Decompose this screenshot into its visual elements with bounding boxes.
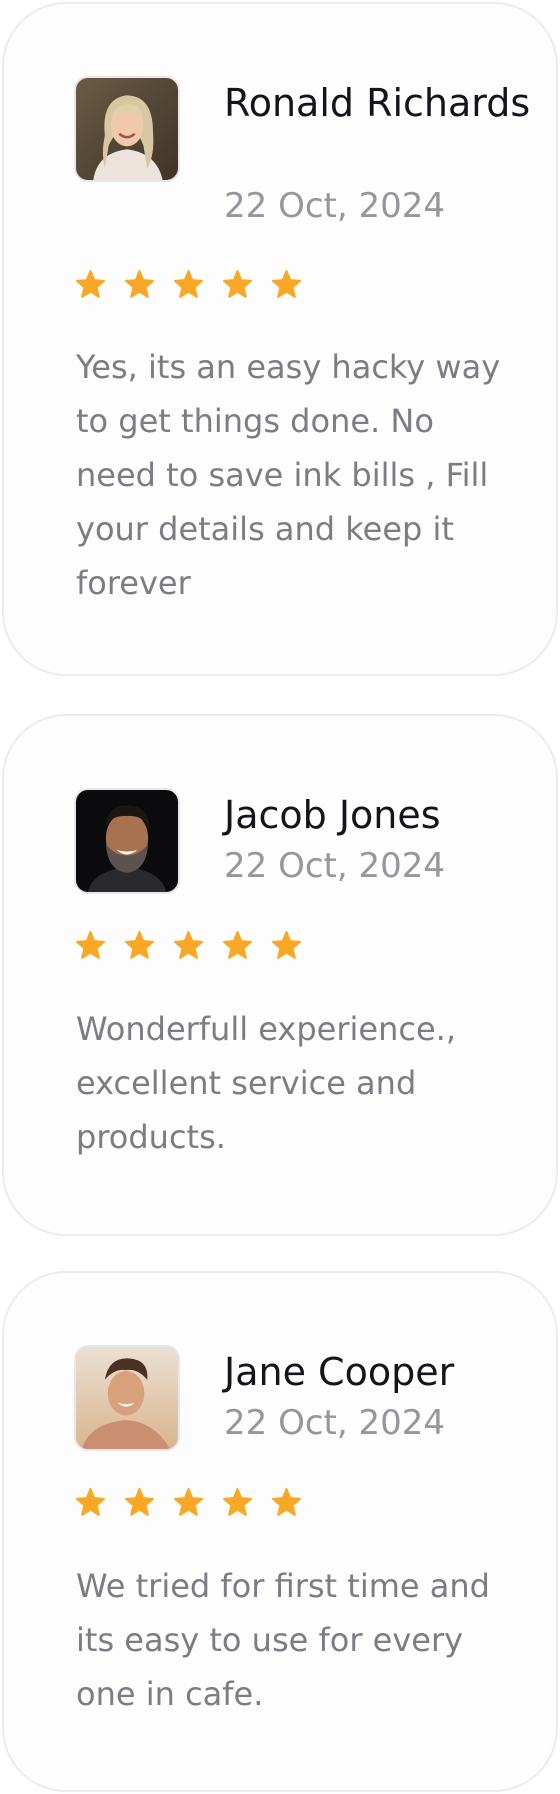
star-icon (173, 269, 204, 298)
review-text: Yes, its an easy hacky way to get things… (76, 348, 501, 602)
star-icon (222, 930, 253, 959)
review-card: Jacob Jones 22 Oct, 2024 Wonderfull expe… (2, 714, 558, 1236)
avatar-photo (76, 1347, 178, 1449)
reviewer-name: Ronald Richards (224, 81, 531, 125)
star-icon (173, 930, 204, 959)
reviewer-name: Jane Cooper (224, 1350, 455, 1394)
star-icon (124, 930, 155, 959)
review-card: Ronald Richards 22 Oct, 2024 Yes, its an… (2, 2, 558, 676)
review-text: Wonderfull experience., excellent servic… (76, 1010, 456, 1156)
review-date: 22 Oct, 2024 (224, 846, 445, 886)
review-date: 22 Oct, 2024 (224, 186, 445, 226)
star-icon (75, 1487, 106, 1516)
avatar (74, 1345, 180, 1451)
avatar (74, 788, 180, 894)
reviewer-name: Jacob Jones (224, 793, 441, 837)
star-icon (124, 1487, 155, 1516)
star-rating (75, 269, 302, 300)
review-text: We tried for first time and its easy to … (76, 1567, 490, 1713)
avatar (74, 76, 180, 182)
star-icon (75, 269, 106, 298)
review-date: 22 Oct, 2024 (224, 1403, 445, 1443)
reviews-list: Ronald Richards 22 Oct, 2024 Yes, its an… (0, 0, 560, 1794)
star-icon (271, 930, 302, 959)
star-icon (75, 930, 106, 959)
star-icon (271, 269, 302, 298)
star-icon (222, 1487, 253, 1516)
star-icon (173, 1487, 204, 1516)
star-icon (124, 269, 155, 298)
avatar-photo (76, 790, 178, 892)
star-rating (75, 930, 302, 961)
star-icon (271, 1487, 302, 1516)
star-icon (222, 269, 253, 298)
review-card: Jane Cooper 22 Oct, 2024 We tried for fi… (2, 1271, 558, 1792)
avatar-photo (76, 78, 178, 180)
star-rating (75, 1487, 302, 1518)
